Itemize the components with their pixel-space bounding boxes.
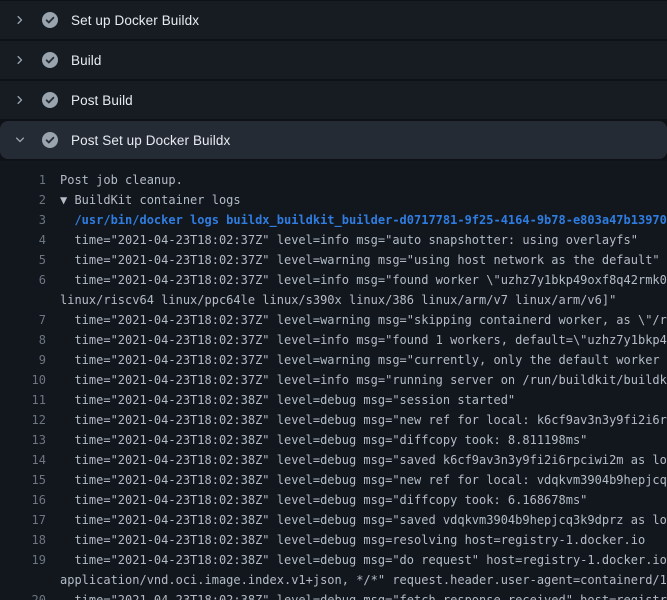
log-line-continuation: application/vnd.oci.image.index.v1+json,… [0, 570, 667, 590]
step-header-set-up-docker-buildx[interactable]: Set up Docker Buildx [0, 1, 667, 39]
line-number[interactable]: 9 [0, 350, 46, 370]
line-number[interactable]: 12 [0, 410, 46, 430]
log-text: time="2021-04-23T18:02:38Z" level=debug … [60, 470, 667, 490]
log-line: 4 time="2021-04-23T18:02:37Z" level=info… [0, 230, 667, 250]
log-panel: 1 Post job cleanup. 2 ▼ BuildKit container … [0, 161, 667, 600]
check-circle-icon [42, 132, 58, 148]
log-line: 11 time="2021-04-23T18:02:38Z" level=deb… [0, 390, 667, 410]
line-number[interactable]: 1 [0, 170, 46, 190]
log-line: 9 time="2021-04-23T18:02:37Z" level=warn… [0, 350, 667, 370]
step-label: Post Set up Docker Buildx [71, 133, 230, 148]
log-text: Post job cleanup. [60, 170, 667, 190]
check-circle-icon [42, 92, 58, 108]
chevron-down-icon[interactable] [12, 132, 28, 148]
line-number[interactable]: 15 [0, 470, 46, 490]
line-number [0, 570, 46, 590]
log-line-continuation: linux/riscv64 linux/ppc64le linux/s390x … [0, 290, 667, 310]
log-text: time="2021-04-23T18:02:38Z" level=debug … [60, 390, 667, 410]
log-line: 19 time="2021-04-23T18:02:38Z" level=deb… [0, 550, 667, 570]
log-line: 18 time="2021-04-23T18:02:38Z" level=deb… [0, 530, 667, 550]
log-text: time="2021-04-23T18:02:38Z" level=debug … [60, 410, 667, 430]
log-command-text: /usr/bin/docker logs buildx_buildkit_bui… [60, 210, 667, 230]
log-text: linux/riscv64 linux/ppc64le linux/s390x … [60, 290, 667, 310]
log-line: 13 time="2021-04-23T18:02:38Z" level=deb… [0, 430, 667, 450]
log-text: application/vnd.oci.image.index.v1+json,… [60, 570, 667, 590]
line-number[interactable]: 3 [0, 210, 46, 230]
log-text: time="2021-04-23T18:02:37Z" level=info m… [60, 330, 667, 350]
chevron-right-icon[interactable] [12, 92, 28, 108]
check-circle-icon [42, 52, 58, 68]
log-group-toggle[interactable]: ▼ BuildKit container logs [60, 190, 667, 210]
log-text: time="2021-04-23T18:02:37Z" level=info m… [60, 270, 667, 290]
log-text: time="2021-04-23T18:02:38Z" level=debug … [60, 510, 667, 530]
log-line: 8 time="2021-04-23T18:02:37Z" level=info… [0, 330, 667, 350]
line-number[interactable]: 5 [0, 250, 46, 270]
log-line: 1 Post job cleanup. [0, 170, 667, 190]
step-header-post-build[interactable]: Post Build [0, 81, 667, 119]
line-number [0, 290, 46, 310]
log-text: time="2021-04-23T18:02:37Z" level=warnin… [60, 310, 667, 330]
chevron-right-icon[interactable] [12, 52, 28, 68]
step-label: Build [71, 53, 102, 68]
line-number[interactable]: 4 [0, 230, 46, 250]
log-line: 15 time="2021-04-23T18:02:38Z" level=deb… [0, 470, 667, 490]
log-line: 20 time="2021-04-23T18:02:38Z" level=deb… [0, 590, 667, 600]
line-number[interactable]: 2 [0, 190, 46, 210]
step-header-build[interactable]: Build [0, 41, 667, 79]
log-line: 3 /usr/bin/docker logs buildx_buildkit_b… [0, 210, 667, 230]
log-line: 16 time="2021-04-23T18:02:38Z" level=deb… [0, 490, 667, 510]
line-number[interactable]: 14 [0, 450, 46, 470]
check-circle-icon [42, 12, 58, 28]
log-text: time="2021-04-23T18:02:38Z" level=debug … [60, 430, 667, 450]
line-number[interactable]: 8 [0, 330, 46, 350]
log-text: time="2021-04-23T18:02:38Z" level=debug … [60, 550, 667, 570]
log-line: 12 time="2021-04-23T18:02:38Z" level=deb… [0, 410, 667, 430]
log-line: 10 time="2021-04-23T18:02:37Z" level=inf… [0, 370, 667, 390]
log-line: 17 time="2021-04-23T18:02:38Z" level=deb… [0, 510, 667, 530]
log-text: time="2021-04-23T18:02:37Z" level=warnin… [60, 350, 667, 370]
step-label: Set up Docker Buildx [71, 13, 199, 28]
step-label: Post Build [71, 93, 133, 108]
line-number[interactable]: 18 [0, 530, 46, 550]
step-header-post-set-up-docker-buildx[interactable]: Post Set up Docker Buildx [0, 121, 667, 159]
line-number[interactable]: 10 [0, 370, 46, 390]
line-number[interactable]: 17 [0, 510, 46, 530]
line-number[interactable]: 16 [0, 490, 46, 510]
log-text: time="2021-04-23T18:02:38Z" level=debug … [60, 590, 667, 600]
actions-job-log-viewer: Set up Docker Buildx Build Post Build Post … [0, 0, 667, 600]
line-number[interactable]: 13 [0, 430, 46, 450]
log-line: 2 ▼ BuildKit container logs [0, 190, 667, 210]
log-text: time="2021-04-23T18:02:38Z" level=debug … [60, 450, 667, 470]
log-text: time="2021-04-23T18:02:37Z" level=info m… [60, 370, 667, 390]
log-text: time="2021-04-23T18:02:38Z" level=debug … [60, 490, 667, 510]
chevron-right-icon[interactable] [12, 12, 28, 28]
line-number[interactable]: 6 [0, 270, 46, 290]
log-line: 5 time="2021-04-23T18:02:37Z" level=warn… [0, 250, 667, 270]
line-number[interactable]: 11 [0, 390, 46, 410]
line-number[interactable]: 20 [0, 590, 46, 600]
log-text: time="2021-04-23T18:02:37Z" level=warnin… [60, 250, 667, 270]
line-number[interactable]: 7 [0, 310, 46, 330]
log-line: 6 time="2021-04-23T18:02:37Z" level=info… [0, 270, 667, 290]
log-line: 14 time="2021-04-23T18:02:38Z" level=deb… [0, 450, 667, 470]
log-line: 7 time="2021-04-23T18:02:37Z" level=warn… [0, 310, 667, 330]
step-list: Set up Docker Buildx Build Post Build Post … [0, 0, 667, 159]
log-text: time="2021-04-23T18:02:38Z" level=debug … [60, 530, 667, 550]
line-number[interactable]: 19 [0, 550, 46, 570]
log-text: time="2021-04-23T18:02:37Z" level=info m… [60, 230, 667, 250]
